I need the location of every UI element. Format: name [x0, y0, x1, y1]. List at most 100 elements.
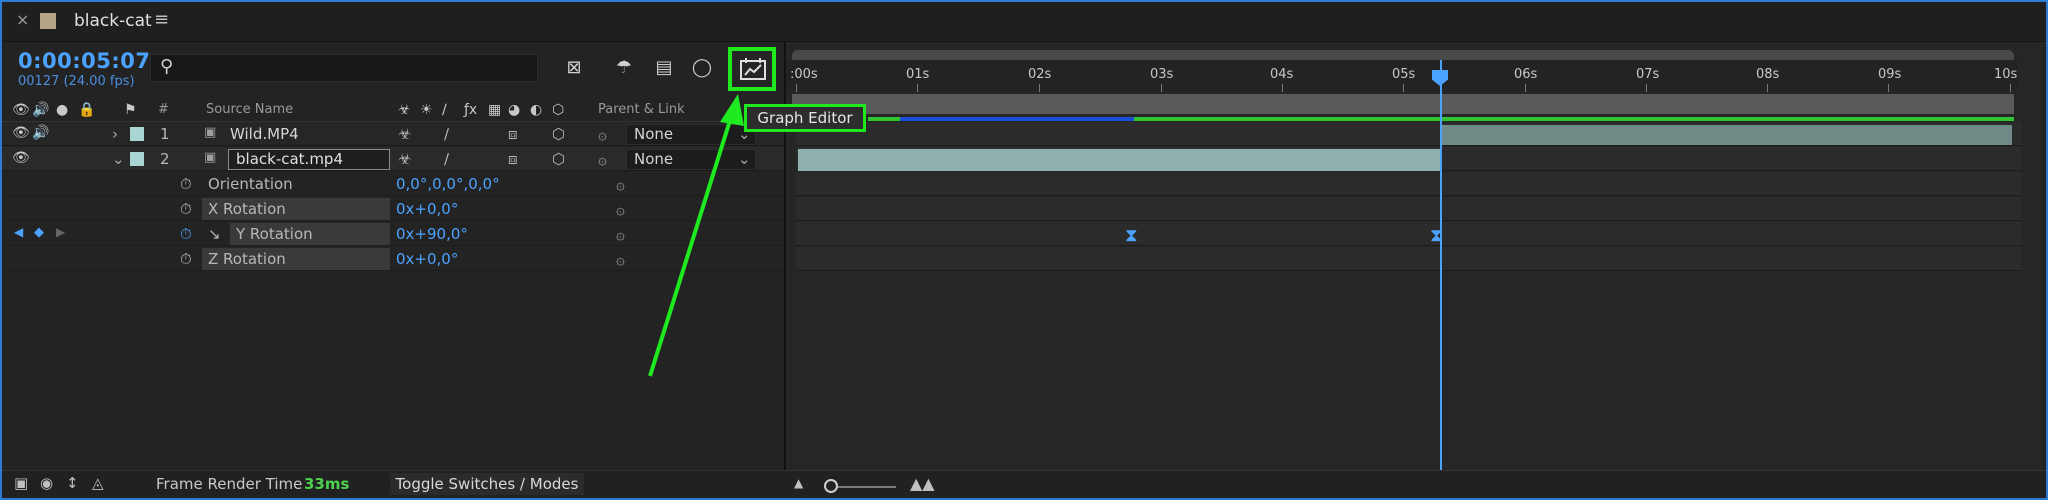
motion-blur-switch-icon[interactable]: ◕ — [508, 102, 520, 118]
eye-icon[interactable]: 👁 — [12, 125, 30, 141]
property-name: Z Rotation — [208, 250, 286, 268]
composition-flowchart-icon[interactable]: ⊠ — [560, 54, 588, 82]
keyframe-icon[interactable]: ⧗ — [1125, 225, 1145, 246]
lock-header-icon[interactable]: 🔒 — [78, 102, 95, 118]
work-area-bar[interactable] — [792, 94, 2014, 114]
ruler-tick — [1403, 84, 1404, 92]
label-tag-icon[interactable]: ⚑ — [124, 102, 137, 118]
ruler-label: 10s — [1994, 67, 2018, 82]
frame-blending-icon[interactable]: ▤ — [650, 54, 678, 82]
ruler-tick — [1039, 84, 1040, 92]
stopwatch-icon[interactable]: ⏱ — [180, 175, 192, 193]
graph-editor-button[interactable] — [728, 47, 776, 91]
ruler-label: 07s — [1636, 67, 1660, 82]
expression-pickwhip-icon[interactable]: ۞ — [616, 225, 625, 243]
previous-keyframe-icon[interactable]: ◀ — [14, 225, 23, 239]
eye-icon[interactable]: 👁 — [12, 150, 30, 166]
ruler-label: 02s — [1028, 67, 1052, 82]
footage-icon: ▣ — [204, 125, 217, 140]
speaker-icon[interactable]: 🔊 — [32, 125, 49, 141]
footage-icon: ▣ — [204, 150, 217, 165]
source-name-column-header[interactable]: Source Name — [206, 102, 293, 117]
ruler-label: 03s — [1150, 67, 1174, 82]
search-input[interactable] — [150, 54, 538, 82]
3d-layer-switch-icon[interactable]: ⬡ — [552, 102, 564, 118]
audio-header-icon[interactable]: 🔊 — [32, 102, 49, 118]
timeline-track[interactable] — [796, 197, 2022, 221]
zoom-slider-handle[interactable] — [824, 479, 838, 493]
close-icon[interactable]: × — [16, 10, 29, 29]
video-toggle-header-icon[interactable]: 👁 — [12, 102, 30, 118]
quality-switch-icon[interactable]: ∕ — [444, 125, 449, 143]
composition-tab-title[interactable]: black-cat — [74, 11, 152, 31]
toggle-switches-modes-button[interactable]: Toggle Switches / Modes — [390, 473, 584, 495]
playhead-line[interactable] — [1440, 60, 1442, 470]
pickwhip-icon[interactable]: ۞ — [598, 150, 607, 168]
ruler-label: 08s — [1756, 67, 1780, 82]
property-value[interactable]: 0x+0,0° — [396, 250, 458, 268]
graph-icon[interactable]: ↘ — [208, 225, 221, 243]
zoom-in-icon[interactable]: ▲▲ — [910, 474, 935, 493]
in-out-icon[interactable]: ↕ — [66, 474, 79, 492]
tab-bar — [2, 2, 2046, 42]
chevron-right-icon[interactable]: › — [112, 125, 118, 143]
expression-pickwhip-icon[interactable]: ۞ — [616, 250, 625, 268]
composition-swatch — [40, 13, 56, 29]
keyframe-diamond-icon[interactable]: ◆ — [34, 225, 44, 240]
timeline-track[interactable] — [796, 172, 2022, 196]
frame-render-time-value: 33ms — [304, 475, 350, 493]
shy-switch-icon[interactable]: ☣ — [398, 102, 411, 118]
next-keyframe-icon[interactable]: ▶ — [56, 225, 65, 239]
render-icon[interactable]: ▣ — [14, 474, 28, 492]
quality-switch-icon[interactable]: ∕ — [444, 150, 449, 168]
switches-icon[interactable]: ◉ — [40, 474, 53, 492]
stopwatch-icon[interactable]: ⏱ — [180, 250, 192, 268]
motion-blur-switch-icon[interactable]: ⧈ — [508, 150, 518, 168]
collapse-switch-icon[interactable]: ☀ — [420, 102, 433, 118]
solo-header-icon[interactable]: ● — [56, 102, 68, 118]
stopwatch-icon[interactable]: ⏱ — [180, 200, 192, 218]
ruler-label: 06s — [1514, 67, 1538, 82]
3d-layer-switch-icon[interactable]: ⬡ — [552, 125, 565, 143]
timeline-track[interactable] — [796, 222, 2022, 246]
frame-blend-switch-icon[interactable]: ▦ — [488, 102, 501, 118]
layer-number: 2 — [160, 150, 170, 168]
panel-menu-icon[interactable]: ≡ — [154, 9, 169, 30]
3d-layer-switch-icon[interactable]: ⬡ — [552, 150, 565, 168]
expression-pickwhip-icon[interactable]: ۞ — [616, 200, 625, 218]
property-name: Y Rotation — [236, 225, 313, 243]
timeline-track[interactable] — [796, 247, 2022, 271]
motion-blur-icon[interactable]: ◯ — [688, 54, 716, 82]
ruler-label: 05s — [1392, 67, 1416, 82]
adjustment-switch-icon[interactable]: ◐ — [530, 102, 542, 118]
motion-blur-switch-icon[interactable]: ⧈ — [508, 125, 518, 143]
shy-switch-icon[interactable]: ☣ — [398, 150, 411, 168]
property-value[interactable]: 0x+90,0° — [396, 225, 468, 243]
number-column-header[interactable]: # — [158, 102, 169, 117]
chevron-down-icon[interactable]: ⌄ — [112, 150, 125, 168]
ruler-tick — [796, 84, 797, 92]
zoom-out-icon[interactable]: ▲ — [794, 476, 803, 490]
layer-name[interactable]: Wild.MP4 — [230, 125, 299, 143]
property-value[interactable]: 0,0°,0,0°,0,0° — [396, 175, 500, 193]
effects-switch-icon[interactable]: ƒx — [464, 102, 477, 118]
stopwatch-active-icon[interactable]: ⏱ — [180, 225, 192, 243]
ruler-label: 09s — [1878, 67, 1902, 82]
draft-3d-icon[interactable]: ☂ — [610, 54, 638, 82]
property-value[interactable]: 0x+0,0° — [396, 200, 458, 218]
layer-bar-1[interactable] — [1442, 125, 2012, 145]
current-time-display[interactable]: 0:00:05:07 — [18, 49, 150, 73]
ruler-tick — [1767, 84, 1768, 92]
layer-bar-2[interactable] — [798, 149, 1442, 171]
layer-label-swatch[interactable] — [130, 152, 144, 166]
frame-render-time-label: Frame Render Time — [156, 475, 303, 493]
layer-name[interactable]: black-cat.mp4 — [236, 150, 343, 168]
expression-pickwhip-icon[interactable]: ۞ — [616, 175, 625, 193]
quality-switch-icon[interactable]: ∕ — [442, 102, 447, 118]
stretch-icon[interactable]: ◬ — [92, 474, 104, 492]
layer-label-swatch[interactable] — [130, 127, 144, 141]
ruler-tick — [1525, 84, 1526, 92]
disk-cache-bar — [900, 117, 1134, 121]
pickwhip-icon[interactable]: ۞ — [598, 125, 607, 143]
shy-switch-icon[interactable]: ☣ — [398, 125, 411, 143]
